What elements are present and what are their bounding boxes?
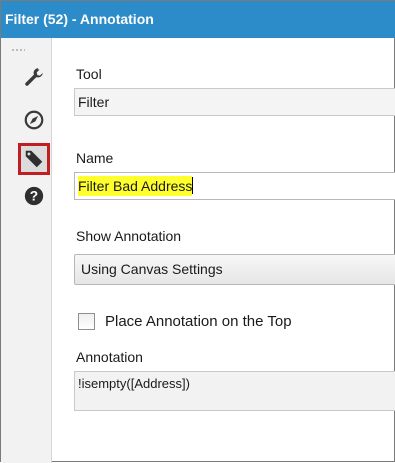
text-caret [192, 177, 194, 194]
tool-label: Tool [76, 66, 102, 82]
name-value: Filter Bad Address [78, 176, 193, 196]
wrench-icon-graphic [25, 68, 43, 86]
wrench-icon[interactable] [21, 64, 47, 90]
help-icon-graphic: ? [24, 186, 44, 206]
annotation-window: Filter (52) - Annotation ? Tool Filter N… [0, 0, 395, 463]
window-title: Filter (52) - Annotation [1, 1, 395, 38]
tag-icon-graphic [25, 150, 43, 168]
svg-text:?: ? [30, 189, 38, 204]
grip-handle[interactable] [11, 48, 25, 52]
help-icon[interactable]: ? [21, 183, 47, 209]
tool-field: Filter [74, 88, 395, 116]
annotation-textarea[interactable]: !isempty([Address]) [74, 371, 395, 411]
name-label: Name [76, 150, 114, 166]
place-on-top-label[interactable]: Place Annotation on the Top [105, 313, 292, 330]
place-on-top-checkbox[interactable] [78, 313, 95, 330]
place-on-top-row[interactable]: Place Annotation on the Top [78, 313, 292, 330]
compass-icon[interactable] [21, 107, 47, 133]
show-annotation-select[interactable]: Using Canvas Settings [74, 254, 395, 285]
tag-icon[interactable] [18, 143, 50, 175]
show-annotation-label: Show Annotation [76, 228, 182, 244]
tool-rail: ? [1, 38, 52, 463]
name-input[interactable]: Filter Bad Address [74, 172, 395, 200]
annotation-panel: Tool Filter Name Filter Bad Address Show… [52, 38, 395, 463]
annotation-label: Annotation [76, 349, 143, 365]
compass-icon-graphic [24, 110, 44, 130]
